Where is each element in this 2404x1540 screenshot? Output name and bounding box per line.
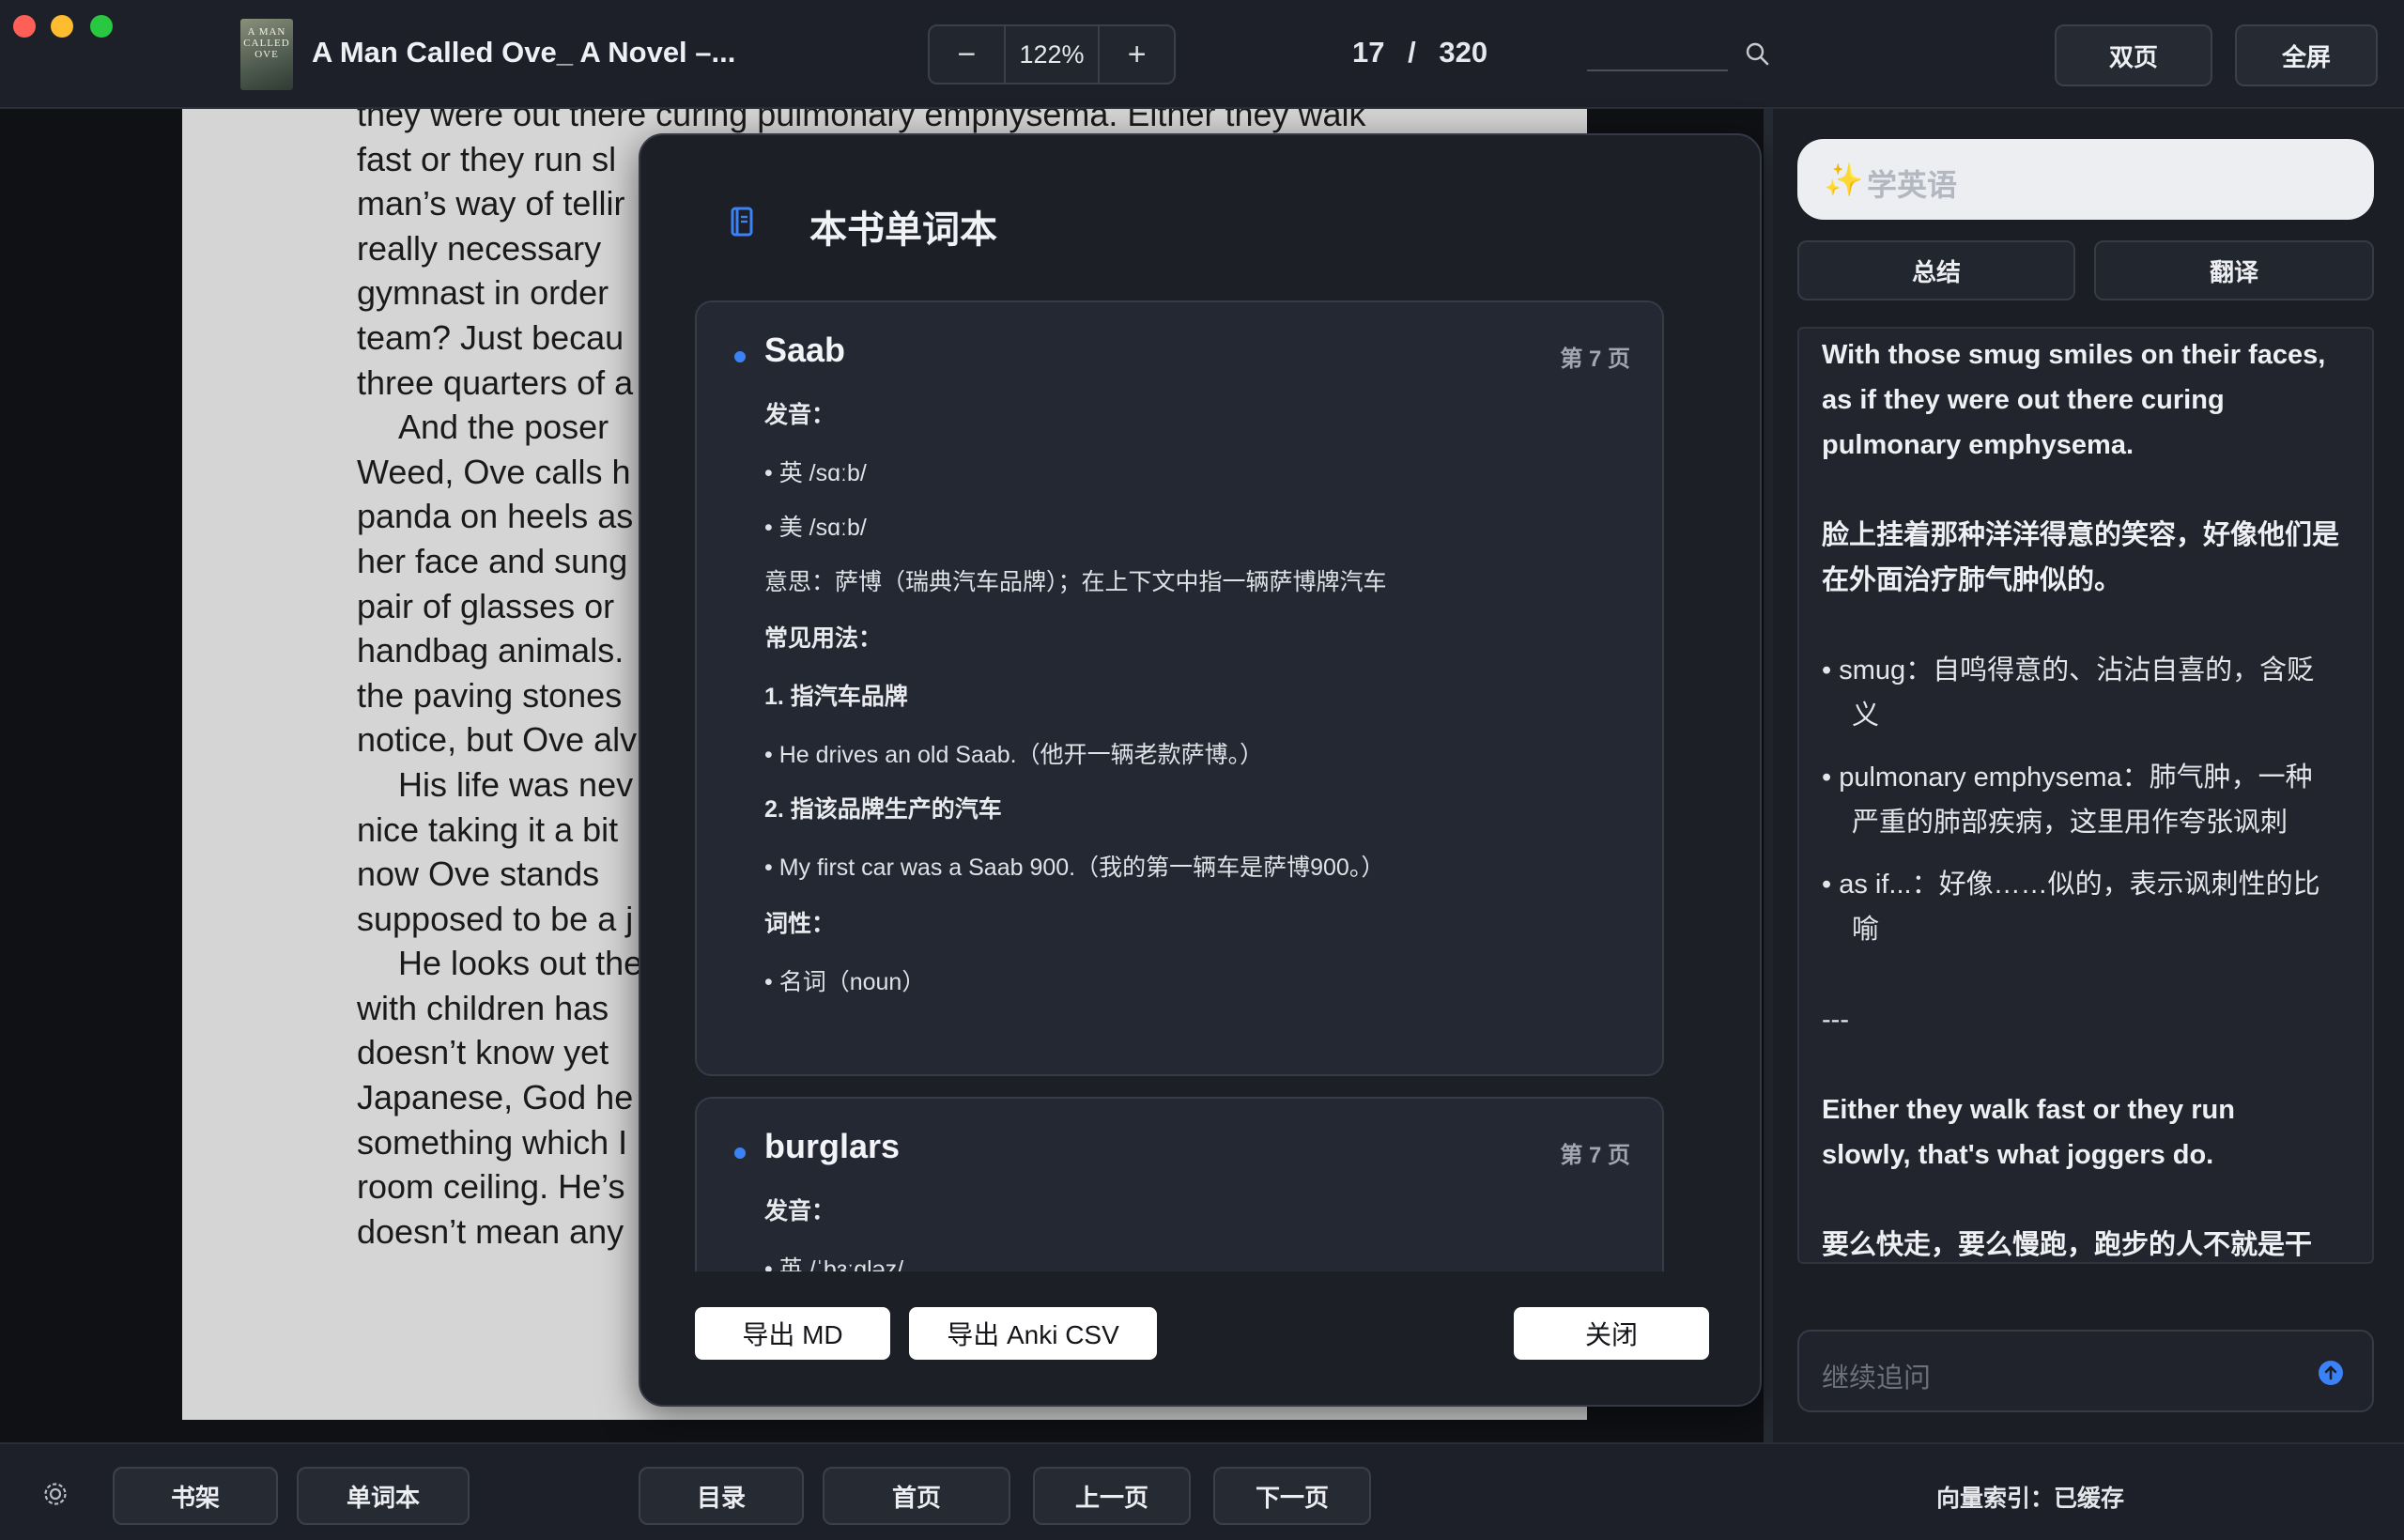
- response-line: 脸上挂着那种洋洋得意的笑容，好像他们是: [1822, 520, 2340, 550]
- pos-value: • 名词（noun）: [764, 969, 926, 995]
- vocab-card: Saab 第 7 页 发音： • 英 /sɑːb/ • 美 /sɑːb/ 意思：…: [695, 300, 1664, 1076]
- usage-1-title: 1. 指汽车品牌: [764, 684, 908, 710]
- usage-2-example: • My first car was a Saab 900.（我的第一辆车是萨博…: [764, 855, 1385, 881]
- modal-title: 本书单词本: [809, 209, 997, 251]
- response-line: • as if...：好像……似的，表示讽刺性的比: [1822, 870, 2320, 900]
- meaning-text: 意思：萨博（瑞典汽车品牌）；在上下文中指一辆萨博牌汽车: [764, 569, 1387, 595]
- response-line: 严重的肺部疾病，这里用作夸张讽刺: [1852, 808, 2288, 838]
- translate-button[interactable]: 翻译: [2094, 240, 2374, 300]
- response-line: • smug：自鸣得意的、沾沾自喜的，含贬: [1822, 655, 2315, 685]
- export-anki-csv-button[interactable]: 导出 Anki CSV: [909, 1307, 1157, 1360]
- close-window-button[interactable]: [13, 15, 36, 38]
- ai-prompt-input[interactable]: ✨ 学英语: [1797, 139, 2374, 220]
- vector-index-status: 向量索引：已缓存: [1936, 1486, 2125, 1512]
- panel-divider[interactable]: [1764, 109, 1773, 1442]
- previous-page-button[interactable]: 上一页: [1033, 1467, 1191, 1525]
- book-title: A Man Called Ove_ A Novel –...: [312, 36, 736, 69]
- pronunciation-uk: • 英 /sɑːb/: [764, 460, 867, 486]
- bullet-dot: [734, 351, 746, 362]
- zoom-out-button[interactable]: −: [930, 26, 1004, 83]
- response-line: Either they walk fast or they run: [1822, 1095, 2235, 1125]
- pronunciation-uk: • 英 /ˈbɜːɡləz/: [764, 1256, 904, 1271]
- usage-2-title: 2. 指该品牌生产的汽车: [764, 796, 1002, 823]
- send-icon[interactable]: [2318, 1360, 2344, 1386]
- pronunciation-label: 发音：: [764, 402, 836, 428]
- book-cover-thumbnail: A MAN CALLED OVE: [240, 19, 293, 90]
- page-separator: /: [1408, 36, 1416, 69]
- response-line: slowly, that's what joggers do.: [1822, 1140, 2214, 1170]
- bottom-bar: 书架 单词本 目录 首页 上一页 下一页 向量索引：已缓存: [0, 1442, 2404, 1540]
- response-line: 要么快走，要么慢跑，跑步的人不就是干: [1822, 1230, 2313, 1260]
- response-line: With those smug smiles on their faces,: [1822, 340, 2326, 370]
- response-line: 在外面治疗肺气肿似的。: [1822, 565, 2122, 595]
- summary-button[interactable]: 总结: [1797, 240, 2075, 300]
- zoom-level: 122%: [1003, 26, 1101, 83]
- vocab-list[interactable]: Saab 第 7 页 发音： • 英 /sɑːb/ • 美 /sɑːb/ 意思：…: [695, 300, 1668, 1271]
- pronunciation-us: • 美 /sɑːb/: [764, 515, 867, 541]
- zoom-control: − 122% +: [928, 24, 1176, 85]
- followup-placeholder: 继续追问: [1822, 1363, 1932, 1394]
- response-line: ---: [1822, 1005, 1849, 1035]
- export-md-button[interactable]: 导出 MD: [695, 1307, 890, 1360]
- page-indicator: 17 / 320: [1352, 36, 1487, 69]
- response-line: 喻: [1852, 915, 1880, 945]
- maximize-window-button[interactable]: [90, 15, 113, 38]
- cover-text: A MAN CALLED OVE: [243, 26, 290, 60]
- close-modal-button[interactable]: 关闭: [1514, 1307, 1709, 1360]
- followup-input[interactable]: 继续追问: [1797, 1330, 2374, 1412]
- pronunciation-label: 发音：: [764, 1198, 836, 1224]
- response-line: • pulmonary emphysema：肺气肿，一种: [1822, 762, 2313, 793]
- ai-prompt-placeholder: 学英语: [1867, 168, 1958, 202]
- fullscreen-button[interactable]: 全屏: [2235, 24, 2378, 86]
- sparkle-icon: ✨: [1824, 162, 1864, 198]
- usage-label: 常见用法：: [764, 625, 883, 652]
- vocab-page-ref[interactable]: 第 7 页: [1560, 340, 1630, 373]
- search-input[interactable]: [1587, 69, 1728, 71]
- zoom-in-button[interactable]: +: [1100, 26, 1174, 83]
- vocab-card: burglars 第 7 页 发音： • 英 /ˈbɜːɡləz/: [695, 1097, 1664, 1271]
- vocab-word: Saab: [764, 331, 846, 369]
- first-page-button[interactable]: 首页: [823, 1467, 1010, 1525]
- response-line: pulmonary emphysema.: [1822, 430, 2134, 460]
- table-of-contents-button[interactable]: 目录: [639, 1467, 804, 1525]
- response-line: as if they were out there curing: [1822, 385, 2225, 415]
- bullet-dot: [734, 1147, 746, 1159]
- current-page[interactable]: 17: [1352, 36, 1384, 69]
- ai-response[interactable]: With those smug smiles on their faces, as…: [1797, 327, 2374, 1264]
- ai-panel: ✨ 学英语 总结 翻译 With those smug smiles on th…: [1773, 109, 2404, 1442]
- bookshelf-button[interactable]: 书架: [113, 1467, 278, 1525]
- total-pages: 320: [1439, 36, 1488, 69]
- vocabulary-button[interactable]: 单词本: [297, 1467, 470, 1525]
- response-line: 义: [1852, 701, 1880, 731]
- double-page-button[interactable]: 双页: [2055, 24, 2212, 86]
- search-icon[interactable]: [1745, 41, 1769, 66]
- gear-icon[interactable]: [41, 1480, 69, 1508]
- vocab-page-ref[interactable]: 第 7 页: [1560, 1136, 1630, 1169]
- book-icon: [731, 207, 753, 237]
- vocab-word: burglars: [764, 1127, 901, 1165]
- next-page-button[interactable]: 下一页: [1213, 1467, 1371, 1525]
- title-bar: A MAN CALLED OVE A Man Called Ove_ A Nov…: [0, 0, 2404, 109]
- minimize-window-button[interactable]: [51, 15, 73, 38]
- vocab-modal: 本书单词本 Saab 第 7 页 发音： • 英 /sɑːb/ • 美 /sɑː…: [639, 133, 1762, 1407]
- usage-1-example: • He drives an old Saab.（他开一辆老款萨博。）: [764, 742, 1264, 768]
- pos-label: 词性：: [764, 911, 836, 937]
